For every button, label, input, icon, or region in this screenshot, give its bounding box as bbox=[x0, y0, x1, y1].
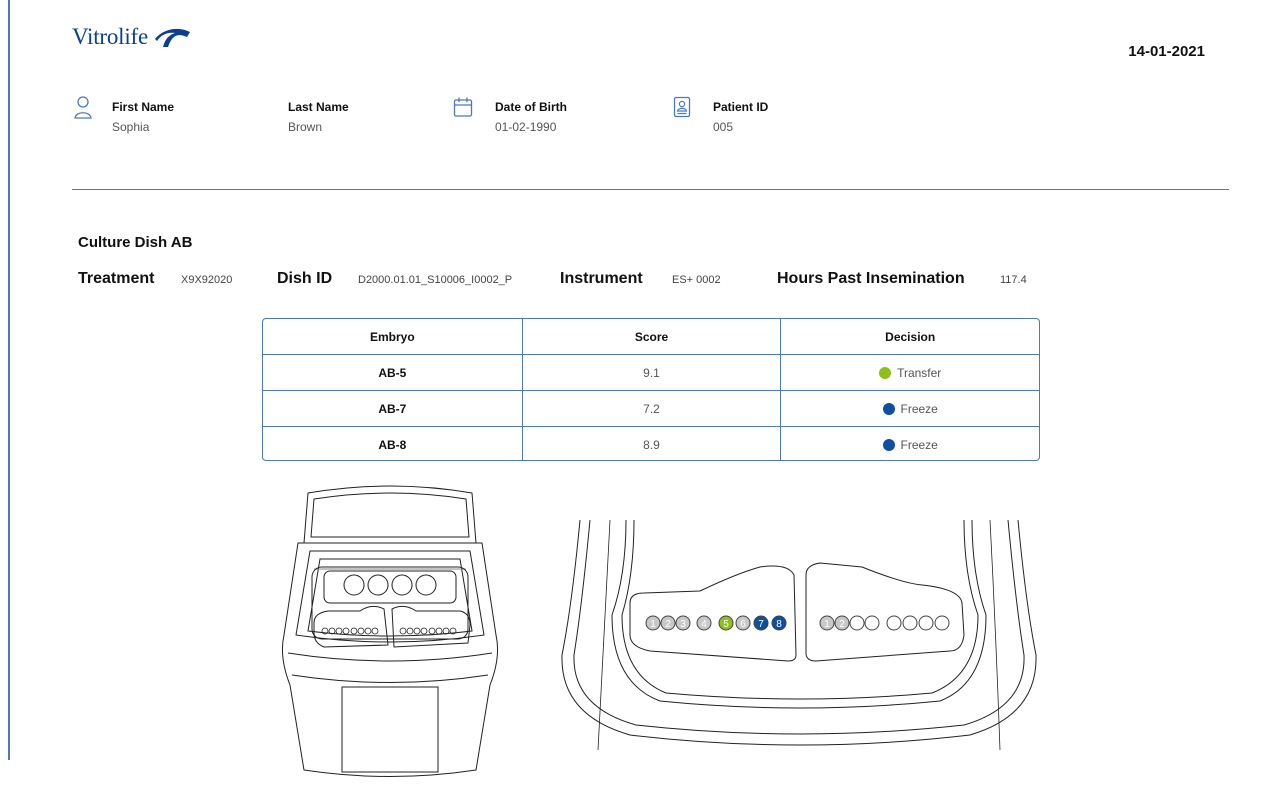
section-divider bbox=[72, 189, 1229, 190]
first-name-field: First Name Sophia bbox=[112, 100, 174, 134]
header-embryo: Embryo bbox=[369, 329, 415, 344]
embryo-cell: AB-5 bbox=[378, 365, 407, 380]
last-name-value: Brown bbox=[288, 120, 323, 134]
patient-id-value: 005 bbox=[713, 120, 734, 134]
well-r5 bbox=[886, 615, 902, 631]
header-decision: Decision bbox=[780, 319, 1039, 354]
svg-text:2: 2 bbox=[839, 619, 845, 630]
dish-meta-row: Treatment X9X92020 Dish ID D2000.01.01_S… bbox=[78, 270, 1078, 290]
svg-text:7: 7 bbox=[758, 619, 764, 630]
dob-field: Date of Birth 01-02-1990 bbox=[495, 100, 567, 134]
svg-text:6: 6 bbox=[740, 619, 746, 630]
decision-label: Freeze bbox=[900, 401, 938, 416]
well-r3 bbox=[849, 615, 865, 631]
svg-text:2: 2 bbox=[665, 619, 671, 630]
decision-cell: Transfer bbox=[780, 355, 1039, 390]
culture-dish-illustration: 1 2 3 4 5 6 7 8 1 2 bbox=[561, 519, 1037, 750]
well-r8 bbox=[934, 615, 950, 631]
logo-swoosh-icon bbox=[155, 28, 191, 47]
incubator-illustration bbox=[282, 485, 498, 777]
table-row: AB-7 7.2 Freeze bbox=[263, 391, 1039, 426]
svg-text:8: 8 bbox=[776, 619, 782, 630]
instrument-value: ES+ 0002 bbox=[672, 274, 721, 286]
person-icon bbox=[74, 96, 92, 119]
dish-id-label: Dish ID bbox=[277, 270, 333, 287]
svg-text:3: 3 bbox=[680, 619, 686, 630]
embryo-cell: AB-7 bbox=[378, 401, 407, 416]
decision-label: Freeze bbox=[900, 437, 938, 452]
score-cell: 9.1 bbox=[521, 355, 781, 390]
decision-cell: Freeze bbox=[780, 427, 1039, 460]
hours-label: Hours Past Insemination bbox=[777, 270, 965, 287]
left-border-line bbox=[8, 0, 10, 760]
svg-text:5: 5 bbox=[723, 619, 729, 630]
instrument-label: Instrument bbox=[560, 270, 643, 287]
treatment-value: X9X92020 bbox=[181, 274, 233, 286]
table-header-row: Embryo Score Decision bbox=[263, 319, 1039, 354]
table-row: AB-5 9.1 Transfer bbox=[263, 355, 1039, 390]
report-date: 14-01-2021 bbox=[1128, 43, 1205, 60]
patient-id-label: Patient ID bbox=[713, 100, 769, 114]
svg-text:1: 1 bbox=[824, 619, 830, 630]
patient-id-field: Patient ID 005 bbox=[713, 100, 768, 134]
logo-text: Vitrolife bbox=[72, 24, 149, 49]
vitrolife-logo: Vitrolife bbox=[72, 24, 192, 50]
id-card-icon bbox=[673, 96, 691, 118]
culture-dish-title: Culture Dish AB bbox=[78, 234, 193, 251]
decision-label: Transfer bbox=[897, 365, 942, 380]
well-r7 bbox=[918, 615, 934, 631]
treatment-label: Treatment bbox=[78, 270, 155, 287]
calendar-icon bbox=[453, 97, 473, 117]
svg-text:1: 1 bbox=[650, 619, 656, 630]
svg-text:4: 4 bbox=[701, 619, 707, 630]
freeze-status-dot bbox=[882, 402, 895, 415]
header-score: Score bbox=[521, 319, 781, 354]
embryo-table: Embryo Score Decision AB-5 9.1 Transfer … bbox=[262, 318, 1040, 461]
embryo-cell: AB-8 bbox=[378, 437, 407, 452]
well-r6 bbox=[902, 615, 918, 631]
table-row: AB-8 8.9 Freeze bbox=[263, 427, 1039, 460]
dish-id-value: D2000.01.01_S10006_I0002_P bbox=[358, 274, 513, 286]
score-cell: 7.2 bbox=[521, 391, 781, 426]
last-name-label: Last Name bbox=[288, 100, 349, 114]
hours-value: 117.4 bbox=[1000, 274, 1027, 286]
freeze-status-dot bbox=[882, 438, 895, 451]
dob-label: Date of Birth bbox=[495, 100, 567, 114]
first-name-label: First Name bbox=[112, 100, 175, 114]
well-r4 bbox=[864, 615, 880, 631]
last-name-field: Last Name Brown bbox=[288, 100, 349, 134]
dob-value: 01-02-1990 bbox=[495, 120, 557, 134]
transfer-status-dot bbox=[879, 366, 892, 379]
decision-cell: Freeze bbox=[780, 391, 1039, 426]
first-name-value: Sophia bbox=[112, 120, 150, 134]
score-cell: 8.9 bbox=[521, 427, 781, 460]
